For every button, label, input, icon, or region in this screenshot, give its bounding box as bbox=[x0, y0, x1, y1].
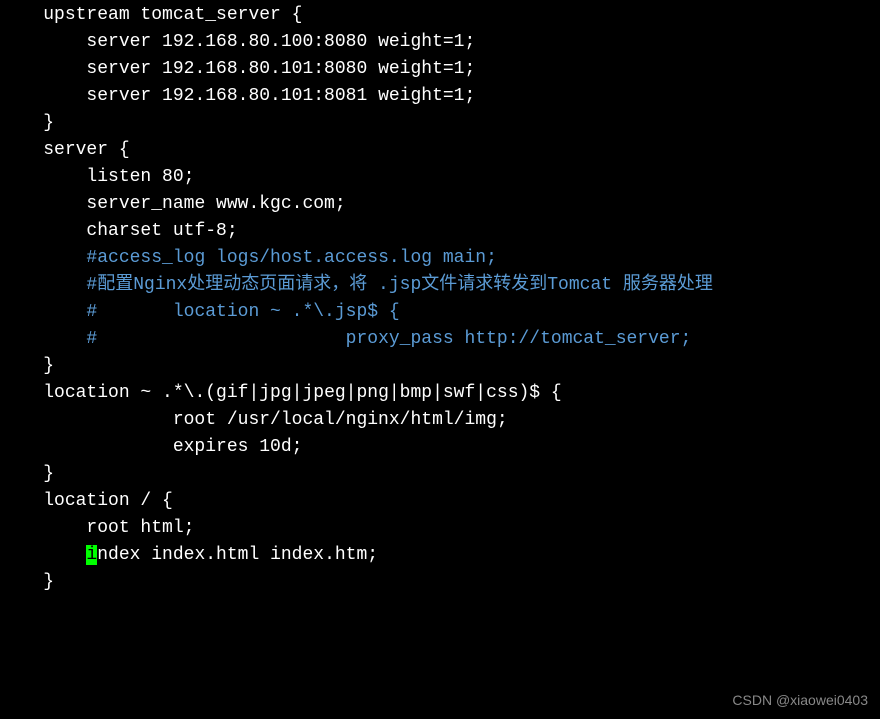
code-line: root /usr/local/nginx/html/img; bbox=[0, 407, 880, 434]
code-line: server_name www.kgc.com; bbox=[0, 191, 880, 218]
code-line: location ~ .*\.(gif|jpg|jpeg|png|bmp|swf… bbox=[0, 380, 880, 407]
code-line: server 192.168.80.100:8080 weight=1; bbox=[0, 29, 880, 56]
code-line: server { bbox=[0, 137, 880, 164]
terminal-editor[interactable]: upstream tomcat_server { server 192.168.… bbox=[0, 2, 880, 596]
code-line: } bbox=[0, 110, 880, 137]
code-line: } bbox=[0, 569, 880, 596]
code-line: location / { bbox=[0, 488, 880, 515]
code-line: listen 80; bbox=[0, 164, 880, 191]
code-line: server 192.168.80.101:8080 weight=1; bbox=[0, 56, 880, 83]
text-cursor: i bbox=[86, 545, 97, 565]
code-line: upstream tomcat_server { bbox=[0, 2, 880, 29]
code-line: index index.html index.htm; bbox=[0, 542, 880, 569]
code-line: #配置Nginx处理动态页面请求，将 .jsp文件请求转发到Tomcat 服务器… bbox=[0, 272, 880, 299]
code-line: } bbox=[0, 353, 880, 380]
code-line: #access_log logs/host.access.log main; bbox=[0, 245, 880, 272]
code-line: } bbox=[0, 461, 880, 488]
code-line: charset utf-8; bbox=[0, 218, 880, 245]
code-line: root html; bbox=[0, 515, 880, 542]
watermark-text: CSDN @xiaowei0403 bbox=[732, 690, 868, 711]
code-line: expires 10d; bbox=[0, 434, 880, 461]
code-line: # proxy_pass http://tomcat_server; bbox=[0, 326, 880, 353]
code-line: # location ~ .*\.jsp$ { bbox=[0, 299, 880, 326]
code-line: server 192.168.80.101:8081 weight=1; bbox=[0, 83, 880, 110]
